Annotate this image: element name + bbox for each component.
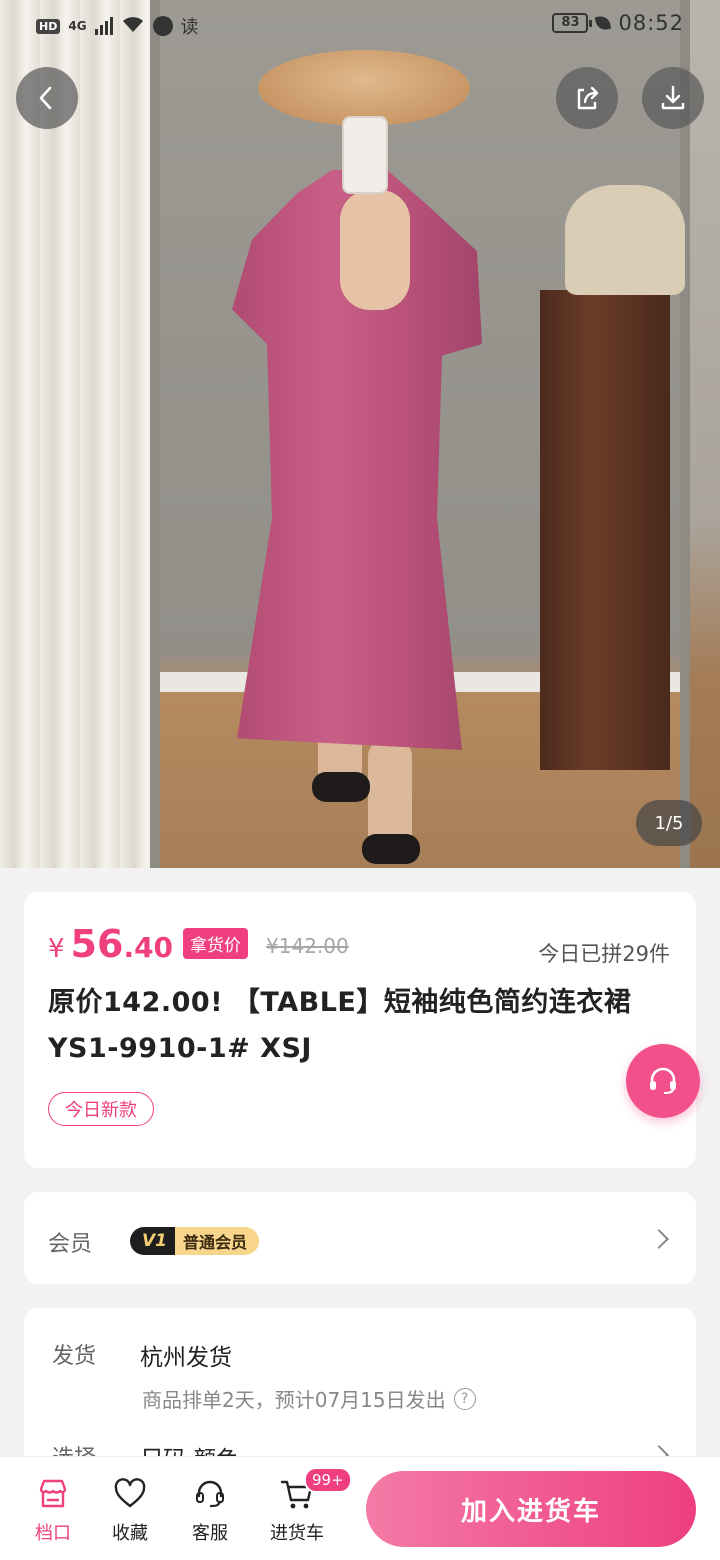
- price-decimal: .40: [123, 931, 174, 964]
- chat-app-icon: [152, 16, 173, 36]
- tab-label: 客服: [192, 1523, 228, 1544]
- tab-cart[interactable]: 99+ 进货车: [262, 1467, 352, 1545]
- help-icon[interactable]: ?: [453, 1387, 476, 1410]
- status-bar: HD 4G 读 83 08:52: [0, 0, 720, 52]
- read-indicator: 读: [180, 17, 199, 38]
- tab-label: 收藏: [112, 1523, 148, 1544]
- sandal-image: [312, 772, 370, 802]
- heart-icon: [114, 1478, 146, 1508]
- download-icon: [661, 85, 685, 110]
- share-button[interactable]: [556, 67, 618, 129]
- chevron-left-icon: [39, 86, 52, 110]
- network-type: 4G: [68, 19, 87, 33]
- signal-icon: [94, 17, 113, 35]
- tab-label: 档口: [35, 1523, 71, 1544]
- battery-icon: 83: [552, 13, 593, 33]
- shipping-note: 商品排单2天，预计07月15日发出 ?: [142, 1384, 476, 1413]
- image-pager: 1/5: [636, 800, 702, 846]
- vip-level: V1: [130, 1227, 175, 1255]
- shop-icon: [39, 1479, 67, 1508]
- shipping-origin: 杭州发货: [140, 1345, 232, 1371]
- add-to-cart-button[interactable]: 加入进货车: [366, 1471, 696, 1547]
- share-icon: [577, 86, 599, 110]
- arm-image: [340, 190, 410, 310]
- hd-indicator: HD: [36, 18, 61, 34]
- product-title: 原价142.00! 【TABLE】短袖纯色简约连衣裙 YS1-9910-1# X…: [48, 987, 632, 1064]
- shipping-label: 发货: [52, 1344, 97, 1369]
- shipping-eta: 商品排单2天，预计07月15日发出: [142, 1388, 446, 1412]
- member-label: 会员: [48, 1232, 93, 1257]
- tab-service[interactable]: 客服: [175, 1475, 245, 1545]
- tab-favorite[interactable]: 收藏: [95, 1475, 165, 1545]
- wholesale-price-tag: 拿货价: [183, 928, 249, 959]
- product-info-card: ¥ 56 .40 拿货价 ¥142.00 今日已拼29件 原价142.00! 【…: [24, 892, 696, 1168]
- back-button[interactable]: [16, 67, 78, 129]
- wifi-icon: [121, 15, 145, 38]
- hat-box-image: [565, 185, 685, 295]
- tab-shop[interactable]: 档口: [18, 1475, 88, 1545]
- product-photo[interactable]: [0, 0, 720, 868]
- cart-count-badge: 99+: [304, 1467, 352, 1493]
- leaf-icon: [595, 14, 612, 32]
- sandal-image: [362, 834, 420, 864]
- chevron-right-icon: [649, 1229, 669, 1249]
- vip-level-badge: V1 普通会员: [130, 1227, 260, 1255]
- customer-service-button[interactable]: [626, 1044, 700, 1118]
- price-integer: 56: [70, 922, 124, 966]
- sold-today: 今日已拼29件: [538, 942, 670, 966]
- tab-label: 进货车: [270, 1523, 324, 1544]
- headset-icon: [196, 1480, 224, 1508]
- currency-symbol: ¥: [48, 934, 65, 964]
- bottom-bar: 档口 收藏 客服 99+ 进货车 加入进货车: [0, 1456, 720, 1560]
- member-row[interactable]: 会员 V1 普通会员: [24, 1192, 696, 1284]
- phone-image: [342, 116, 388, 194]
- vip-level-name: 普通会员: [175, 1227, 260, 1255]
- original-price: ¥142.00: [266, 934, 349, 958]
- cabinet-image: [540, 290, 670, 770]
- new-arrival-tag: 今日新款: [48, 1092, 154, 1126]
- headset-icon: [650, 1067, 676, 1095]
- price-row: ¥ 56 .40 拿货价 ¥142.00: [48, 922, 349, 966]
- clock: 08:52: [618, 11, 684, 35]
- sunhat-image: [258, 50, 470, 126]
- curtain-image: [0, 0, 160, 868]
- download-button[interactable]: [642, 67, 704, 129]
